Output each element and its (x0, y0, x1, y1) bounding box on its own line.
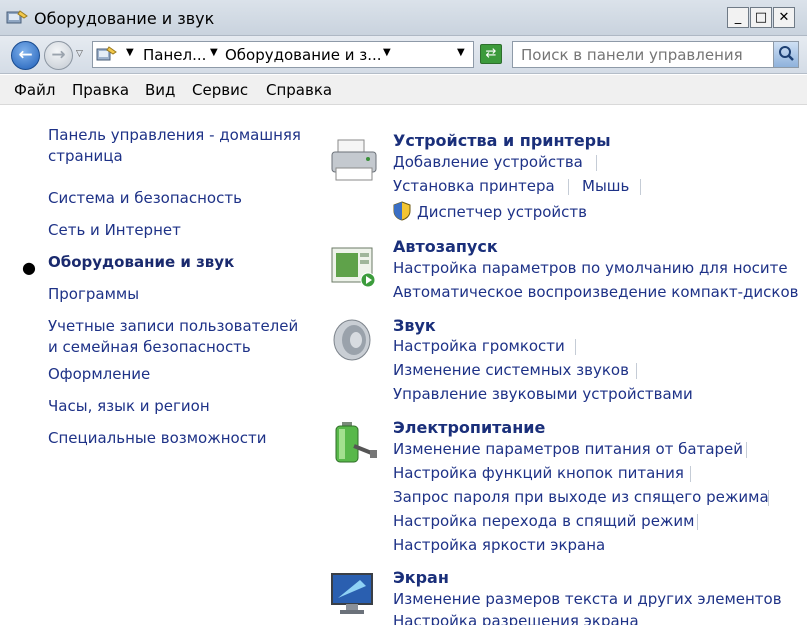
category-devices-title[interactable]: Устройства и принтеры (393, 131, 611, 150)
address-history-dropdown-icon[interactable]: ▼ (457, 47, 465, 58)
speaker-icon (333, 319, 371, 361)
nav-item-hardware-sound: Оборудование и звук (48, 253, 235, 271)
breadcrumb-arrow-icon[interactable]: ▼ (383, 47, 391, 58)
maximize-button[interactable]: □ (750, 7, 772, 28)
link-autoplay-defaults[interactable]: Настройка параметров по умолчанию для но… (393, 259, 788, 277)
menu-bar: Файл Правка Вид Сервис Справка (0, 75, 807, 105)
nav-item-user-accounts-line2[interactable]: и семейная безопасность (48, 337, 251, 358)
uac-shield-icon (393, 201, 411, 221)
breadcrumb-arrow-icon[interactable]: ▼ (126, 47, 134, 58)
menu-help[interactable]: Справка (266, 81, 332, 99)
link-separator (768, 490, 769, 506)
link-wakeup-password[interactable]: Запрос пароля при выходе из спящего режи… (393, 488, 769, 506)
link-separator (568, 179, 569, 195)
refresh-icon: ⇄ (485, 46, 497, 61)
link-device-manager[interactable]: Диспетчер устройств (393, 201, 587, 221)
breadcrumb-hardware-sound[interactable]: Оборудование и з... (225, 46, 382, 64)
search-icon (779, 46, 794, 61)
nav-item-accessibility[interactable]: Специальные возможности (48, 428, 266, 449)
menu-edit[interactable]: Правка (72, 81, 129, 99)
link-text-size[interactable]: Изменение размеров текста и других элеме… (393, 590, 782, 608)
link-system-sounds[interactable]: Изменение системных звуков (393, 361, 629, 379)
menu-view[interactable]: Вид (145, 81, 175, 99)
breadcrumb-control-panel[interactable]: Панел... (143, 46, 206, 64)
link-volume[interactable]: Настройка громкости (393, 337, 565, 355)
nav-home-line1[interactable]: Панель управления - домашняя (48, 125, 301, 146)
forward-arrow-icon: → (51, 45, 66, 65)
link-separator (690, 466, 691, 482)
nav-item-clock-language[interactable]: Часы, язык и регион (48, 396, 210, 417)
link-battery-settings[interactable]: Изменение параметров питания от батарей (393, 440, 743, 458)
control-panel-icon (6, 10, 28, 24)
battery-icon (335, 422, 377, 463)
minimize-button[interactable]: _ (727, 7, 749, 28)
back-arrow-icon: ← (18, 45, 33, 65)
window-title: Оборудование и звук (34, 9, 215, 28)
category-display-title[interactable]: Экран (393, 568, 449, 587)
link-sleep-settings[interactable]: Настройка перехода в спящий режим (393, 512, 695, 530)
category-sound-title[interactable]: Звук (393, 316, 436, 335)
nav-item-programs[interactable]: Программы (48, 284, 139, 305)
link-device-manager-label: Диспетчер устройств (417, 203, 588, 221)
link-audio-devices[interactable]: Управление звуковыми устройствами (393, 385, 693, 403)
search-button[interactable] (773, 42, 798, 67)
link-mouse[interactable]: Мышь (582, 177, 629, 195)
breadcrumb-arrow-icon[interactable]: ▼ (210, 47, 218, 58)
printer-icon (331, 139, 377, 181)
nav-item-user-accounts-line1[interactable]: Учетные записи пользователей (48, 316, 298, 337)
link-autoplay-cds[interactable]: Автоматическое воспроизведение компакт-д… (393, 283, 799, 301)
link-power-buttons[interactable]: Настройка функций кнопок питания (393, 464, 684, 482)
close-button[interactable]: ✕ (773, 7, 795, 28)
nav-item-network[interactable]: Сеть и Интернет (48, 220, 181, 241)
link-resolution[interactable]: Настройка разрешения экрана (393, 612, 639, 625)
link-add-device[interactable]: Добавление устройства (393, 153, 583, 171)
link-add-printer[interactable]: Установка принтера (393, 177, 555, 195)
category-power-title[interactable]: Электропитание (393, 418, 545, 437)
recent-pages-dropdown-icon[interactable]: ▽ (76, 49, 83, 59)
current-item-bullet-icon: ● (22, 258, 36, 277)
menu-file[interactable]: Файл (14, 81, 55, 99)
category-autoplay-title[interactable]: Автозапуск (393, 237, 498, 256)
refresh-button[interactable]: ⇄ (480, 44, 502, 64)
autoplay-icon (331, 247, 376, 288)
search-box[interactable] (512, 41, 799, 68)
link-separator (697, 514, 698, 530)
link-separator (636, 363, 637, 379)
title-bar: Оборудование и звук _ □ ✕ (0, 0, 807, 36)
nav-item-appearance[interactable]: Оформление (48, 364, 150, 385)
link-brightness[interactable]: Настройка яркости экрана (393, 536, 605, 554)
forward-button[interactable]: → (44, 41, 73, 70)
search-input[interactable] (513, 42, 773, 67)
control-panel-icon (96, 46, 117, 61)
back-button[interactable]: ← (11, 41, 40, 70)
menu-tools[interactable]: Сервис (192, 81, 248, 99)
link-separator (575, 339, 576, 355)
link-separator (596, 155, 597, 171)
link-separator (746, 442, 747, 458)
monitor-icon (331, 573, 373, 614)
nav-item-system-security[interactable]: Система и безопасность (48, 188, 242, 209)
nav-home-line2[interactable]: страница (48, 146, 123, 167)
address-box[interactable]: ▼ Панел... ▼ Оборудование и з... ▼ ▼ (92, 41, 474, 68)
link-separator (640, 179, 641, 195)
